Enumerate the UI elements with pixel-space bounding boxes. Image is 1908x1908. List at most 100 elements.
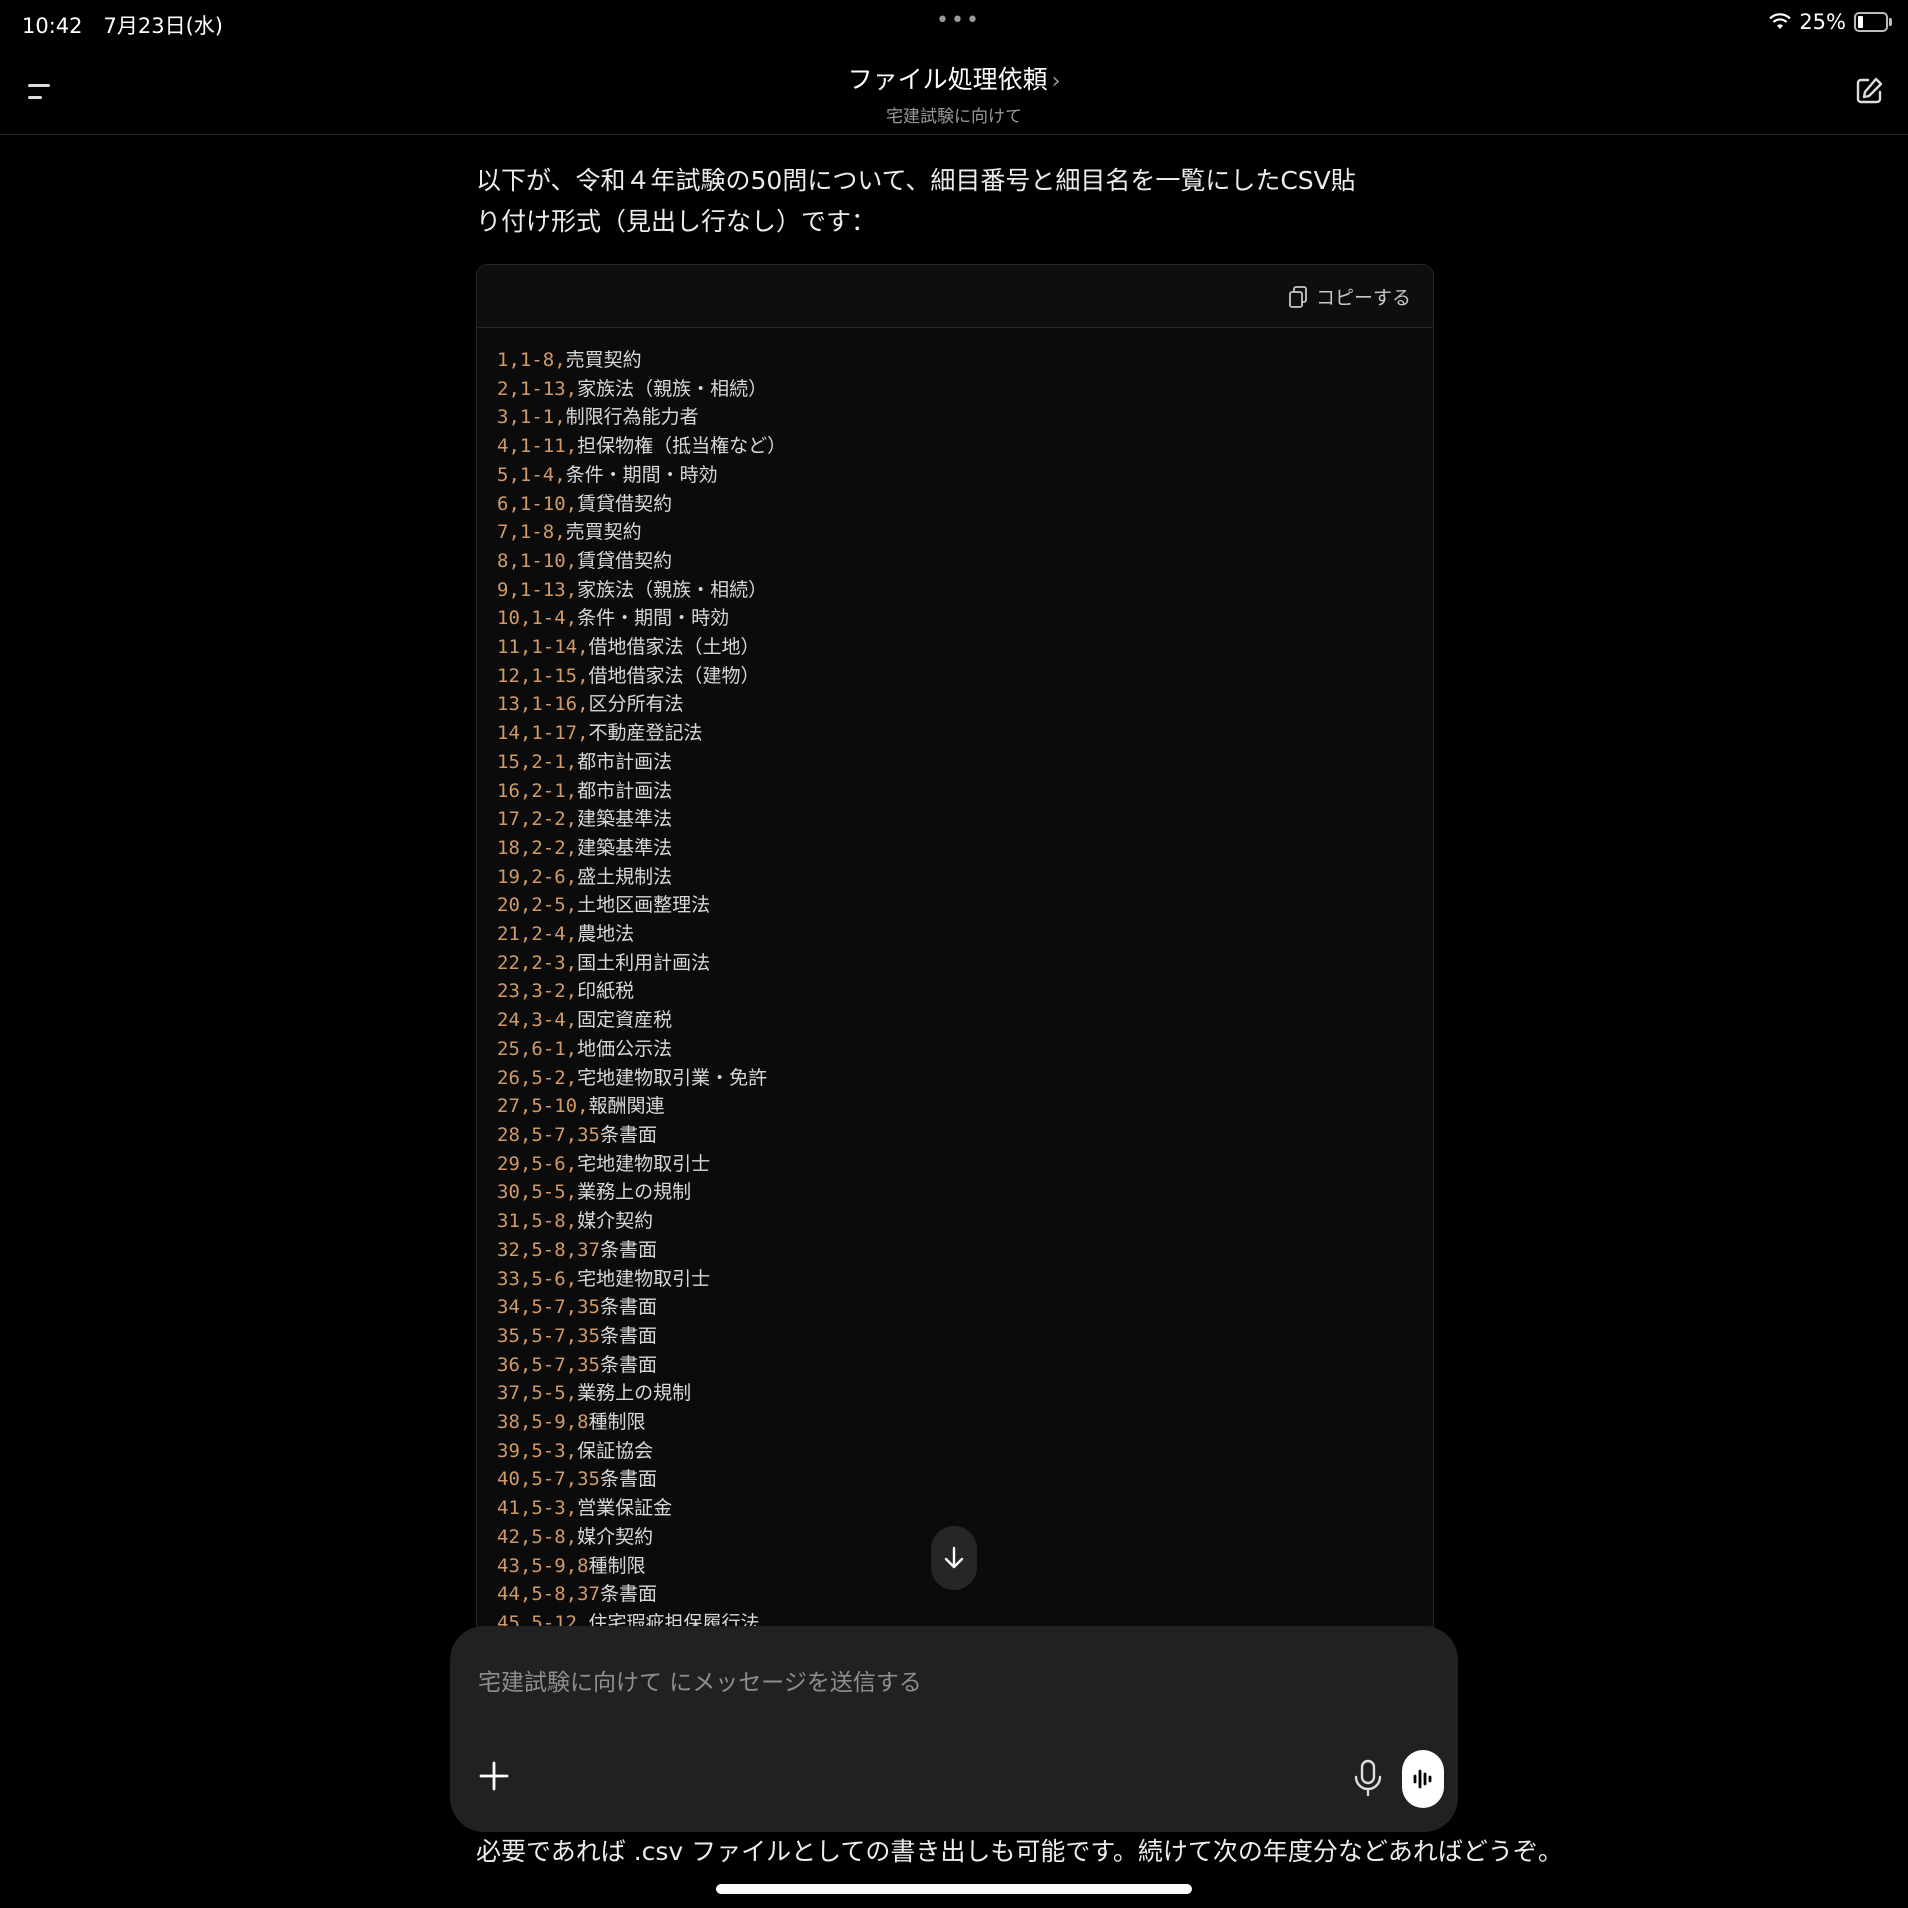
code-line: 2,1-13,家族法（親族・相続） <box>497 375 1413 404</box>
code-line-key: 28,5-7,35 <box>497 1123 600 1146</box>
code-line-key: 34,5-7,35 <box>497 1296 600 1319</box>
mic-icon[interactable] <box>1350 1758 1386 1798</box>
code-line-key: 5,1-4, <box>497 463 566 486</box>
code-line-key: 29,5-6, <box>497 1152 578 1175</box>
code-line: 26,5-2,宅地建物取引業・免許 <box>497 1064 1413 1093</box>
code-line-value: 条件・期間・時効 <box>565 463 718 486</box>
wifi-icon <box>1769 13 1792 29</box>
code-line-value: 営業保証金 <box>577 1497 673 1520</box>
code-line-key: 7,1-8, <box>497 521 566 544</box>
code-line: 36,5-7,35条書面 <box>497 1351 1413 1380</box>
code-line-value: 種制限 <box>588 1554 646 1577</box>
code-line-key: 17,2-2, <box>497 808 578 831</box>
code-line-value: 宅地建物取引業・免許 <box>577 1066 768 1089</box>
code-line: 22,2-3,国土利用計画法 <box>497 949 1413 978</box>
code-line-key: 9,1-13, <box>497 578 578 601</box>
code-line-value: 固定資産税 <box>577 1009 673 1032</box>
code-line-key: 31,5-8, <box>497 1210 578 1233</box>
code-line-value: 条書面 <box>599 1123 657 1146</box>
code-line-key: 41,5-3, <box>497 1497 578 1520</box>
code-line-key: 26,5-2, <box>497 1066 578 1089</box>
assistant-message-intro: 以下が、令和４年試験の50問について、細目番号と細目名を一覧にしたCSV貼り付け… <box>476 166 1356 236</box>
code-line-key: 32,5-8,37 <box>497 1238 600 1261</box>
code-line-value: 印紙税 <box>577 980 635 1003</box>
code-line: 5,1-4,条件・期間・時効 <box>497 461 1413 490</box>
code-line: 14,1-17,不動産登記法 <box>497 719 1413 748</box>
copy-icon <box>1289 285 1307 308</box>
code-block: コピーする 1,1-8,売買契約 2,1-13,家族法（親族・相続） 3,1-1,制… <box>476 264 1434 1666</box>
code-line-key: 40,5-7,35 <box>497 1468 600 1491</box>
code-line-key: 39,5-3, <box>497 1439 578 1462</box>
code-line: 40,5-7,35条書面 <box>497 1465 1413 1494</box>
conversation-header: ファイル処理依頼 › 宅建試験に向けて <box>0 48 1908 135</box>
plus-icon[interactable] <box>476 1758 512 1794</box>
code-line: 38,5-9,8種制限 <box>497 1408 1413 1437</box>
message-composer <box>450 1626 1458 1832</box>
code-line-key: 14,1-17, <box>497 722 589 745</box>
code-line-key: 43,5-9,8 <box>497 1554 589 1577</box>
copy-label: コピーする <box>1315 287 1411 309</box>
voice-mode-button[interactable] <box>1402 1750 1444 1808</box>
multitasking-dots-icon[interactable]: ••• <box>936 8 981 33</box>
code-line-key: 11,1-14, <box>497 636 589 659</box>
message-input[interactable] <box>476 1662 1380 1704</box>
code-line-key: 1,1-8, <box>497 349 566 371</box>
code-line-value: 制限行為能力者 <box>565 406 699 429</box>
code-line: 33,5-6,宅地建物取引士 <box>497 1265 1413 1294</box>
code-block-header: コピーする <box>477 265 1433 328</box>
code-line-value: 条書面 <box>599 1324 657 1347</box>
code-line-key: 38,5-9,8 <box>497 1411 589 1434</box>
code-line-value: 土地区画整理法 <box>577 894 711 917</box>
status-right: 25% <box>1769 10 1892 34</box>
copy-button[interactable]: コピーする <box>1288 283 1411 310</box>
code-line-key: 4,1-11, <box>497 435 578 458</box>
scroll-to-bottom-button[interactable] <box>931 1526 977 1590</box>
code-line-value: 媒介契約 <box>577 1525 654 1548</box>
code-line: 31,5-8,媒介契約 <box>497 1207 1413 1236</box>
code-line: 37,5-5,業務上の規制 <box>497 1379 1413 1408</box>
arrow-down-icon <box>944 1546 964 1569</box>
code-line-key: 22,2-3, <box>497 951 578 974</box>
battery-icon <box>1854 12 1892 32</box>
code-line-value: 都市計画法 <box>577 750 673 773</box>
code-line-value: 条書面 <box>599 1583 657 1606</box>
code-line-value: 都市計画法 <box>577 779 673 802</box>
code-line-key: 36,5-7,35 <box>497 1353 600 1376</box>
code-line: 16,2-1,都市計画法 <box>497 777 1413 806</box>
code-line-value: 条件・期間・時効 <box>577 607 730 630</box>
code-line-value: 国土利用計画法 <box>577 951 711 974</box>
code-line-key: 19,2-6, <box>497 865 578 888</box>
code-line-key: 10,1-4, <box>497 607 578 630</box>
code-line-value: 媒介契約 <box>577 1210 654 1233</box>
code-line-value: 不動産登記法 <box>588 722 703 745</box>
code-line-key: 44,5-8,37 <box>497 1583 600 1606</box>
code-line-value: 保証協会 <box>577 1439 654 1462</box>
header-title-group: ファイル処理依頼 › 宅建試験に向けて <box>0 60 1908 127</box>
code-content[interactable]: 1,1-8,売買契約 2,1-13,家族法（親族・相続） 3,1-1,制限行為能力者… <box>477 328 1433 1656</box>
code-line: 8,1-10,賃貸借契約 <box>497 547 1413 576</box>
code-line-value: 借地借家法（土地） <box>588 636 760 659</box>
code-line: 9,1-13,家族法（親族・相続） <box>497 576 1413 605</box>
code-line: 21,2-4,農地法 <box>497 920 1413 949</box>
home-indicator <box>716 1884 1192 1894</box>
conversation-title-button[interactable]: ファイル処理依頼 › <box>0 60 1908 96</box>
code-line: 28,5-7,35条書面 <box>497 1121 1413 1150</box>
code-line-key: 27,5-10, <box>497 1095 589 1118</box>
code-line-value: 業務上の規制 <box>577 1181 692 1204</box>
code-line-key: 23,3-2, <box>497 980 578 1003</box>
code-line-value: 盛土規制法 <box>577 865 673 888</box>
edit-icon[interactable] <box>1852 74 1886 108</box>
code-line: 1,1-8,売買契約 <box>497 346 1413 375</box>
code-line-key: 24,3-4, <box>497 1009 578 1032</box>
code-line-value: 業務上の規制 <box>577 1382 692 1405</box>
code-line-value: 賃貸借契約 <box>577 549 673 572</box>
code-line: 18,2-2,建築基準法 <box>497 834 1413 863</box>
code-line-value: 農地法 <box>577 923 635 946</box>
code-line-value: 条書面 <box>599 1353 657 1376</box>
code-line-key: 18,2-2, <box>497 836 578 859</box>
status-bar: 10:42 7月23日(水) ••• 25% <box>0 0 1908 48</box>
code-line-key: 33,5-6, <box>497 1267 578 1290</box>
code-line: 19,2-6,盛土規制法 <box>497 863 1413 892</box>
code-line-key: 15,2-1, <box>497 750 578 773</box>
code-line: 34,5-7,35条書面 <box>497 1293 1413 1322</box>
